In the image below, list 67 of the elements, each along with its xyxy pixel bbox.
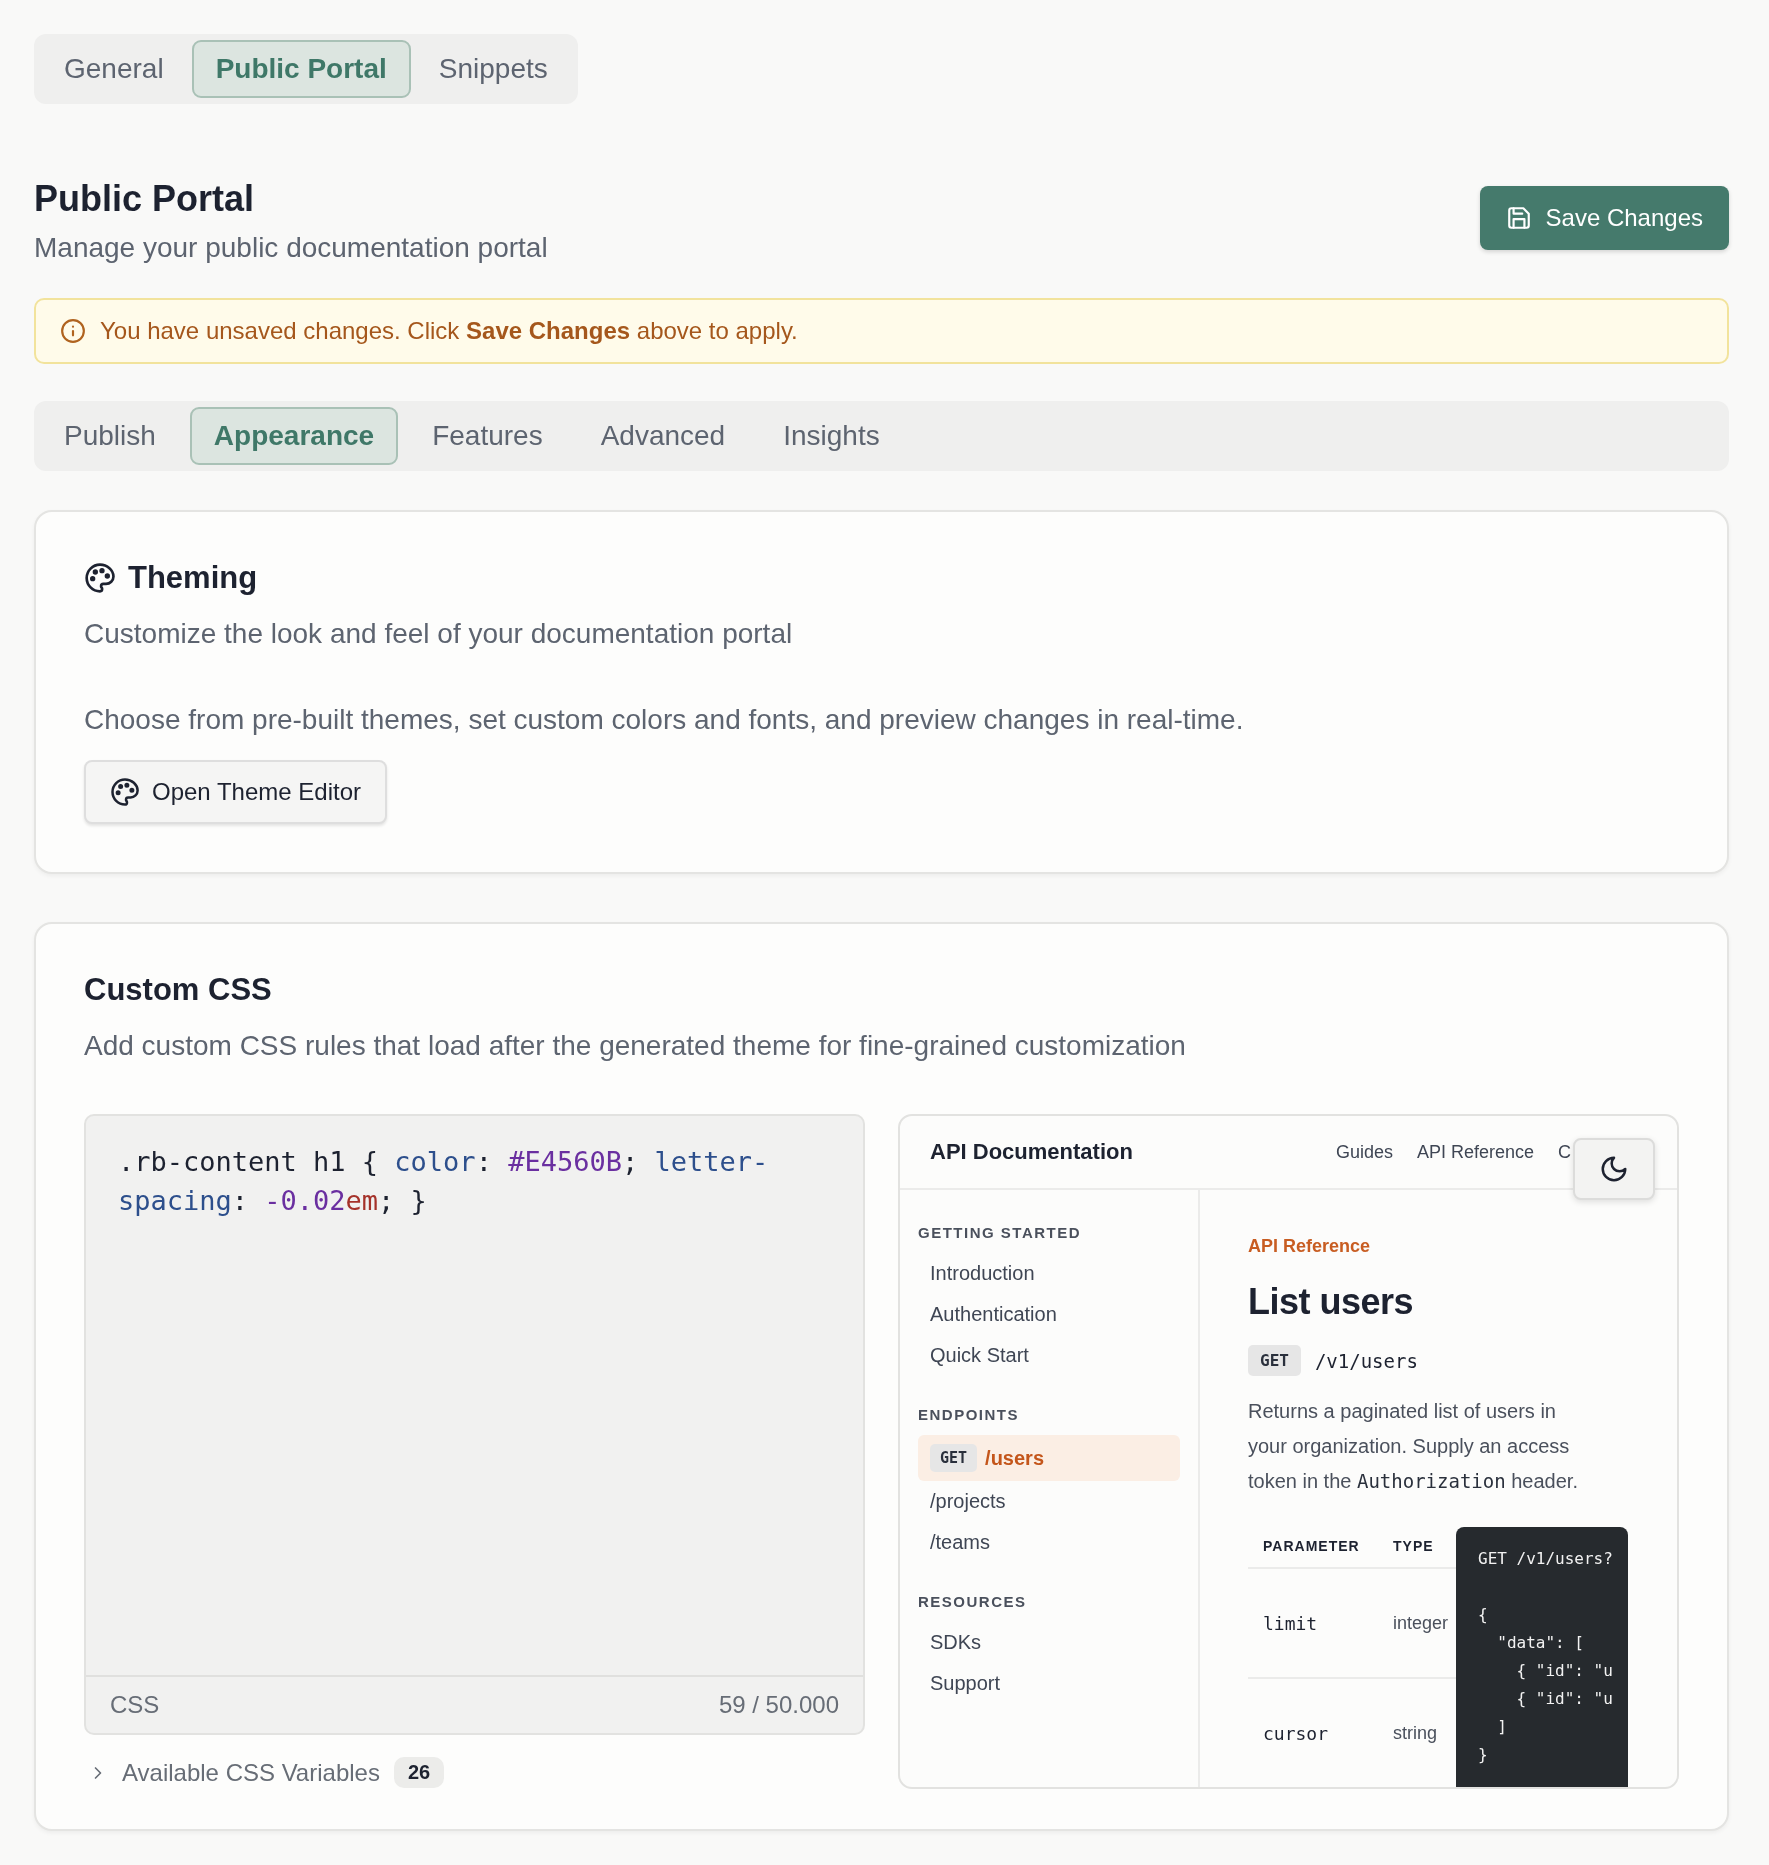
css-variables-toggle[interactable]: Available CSS Variables 26 [84,1757,445,1788]
site-title: API Documentation [930,1139,1134,1165]
sidebar-item-label: /teams [930,1531,991,1554]
card-title: Custom CSS [84,972,273,1008]
sidebar-item[interactable]: GET /users [918,1435,1180,1481]
tab[interactable]: Appearance [189,407,399,465]
sidebar-item-label: Authentication [930,1303,1057,1326]
sidebar-item-label: SDKs [930,1631,982,1654]
language-label: CSS [110,1691,160,1719]
theme-toggle-button[interactable] [1573,1138,1655,1200]
table-cell: integer [1393,1612,1449,1634]
tab[interactable]: Features [408,407,567,465]
tab[interactable]: Snippets [414,40,572,98]
open-theme-editor-button[interactable]: Open Theme Editor [84,760,387,824]
tab[interactable]: Advanced [576,407,750,465]
sidebar-item-label: /users [985,1446,1045,1470]
code-sample: GET /v1/users? { "data": [ { "id": "u { "id": "u ] } [1456,1527,1628,1787]
table-cell-text: limit [1263,1612,1319,1634]
moon-icon [1599,1154,1629,1184]
tab[interactable]: General [40,40,188,98]
column-header: PARAMETER [1263,1538,1361,1554]
sidebar-item[interactable]: /teams [918,1522,1180,1563]
save-button[interactable]: Save Changes [1479,186,1729,250]
palette-icon [110,777,140,807]
sidebar-heading: GETTING STARTED [918,1224,1083,1241]
nav-link[interactable]: C [1558,1141,1571,1163]
tab[interactable]: Insights [759,407,904,465]
alert-text: You have unsaved changes. Click Save Changes above to apply. [100,317,798,345]
doc-heading: List users [1248,1281,1415,1323]
method-badge: GET [1248,1345,1301,1376]
tab[interactable]: Public Portal [191,40,411,98]
sidebar-heading: RESOURCES [918,1593,1028,1610]
breadcrumb: API Reference [1248,1236,1372,1257]
doc-description: Returns a paginated list of users in your organization. Supply an access token in the Authorization header. [1248,1399,1579,1494]
palette-icon [84,562,116,594]
method-badge: GET [930,1444,978,1472]
card-text: Choose from pre-built themes, set custom colors and fonts, and preview changes in real-time. [84,704,1245,736]
character-count: 59 / 50.000 [718,1691,839,1719]
code-text: .rb-content h1 { color: #E4560B; letter-spacing: -0.02em; } [117,1145,770,1218]
code-editor[interactable]: .rb-content h1 { color: #E4560B; letter-spacing: -0.02em; } CSS 59 / 50.000 [84,1114,865,1735]
sidebar-item-label: /projects [930,1490,1006,1513]
table-cell: string [1393,1722,1437,1744]
nav-link[interactable]: API Reference [1416,1141,1534,1163]
page-subtitle: Manage your public documentation portal [34,232,548,264]
count-badge: 26 [393,1757,445,1788]
card-description: Add custom CSS rules that load after the generated theme for fine-grained customization [84,1030,1187,1062]
table-cell-text: cursor [1263,1722,1330,1744]
column-header: TYPE [1393,1538,1434,1554]
sidebar-item-label: Support [930,1672,1001,1695]
sidebar-item-label: Quick Start [930,1344,1029,1367]
nav-link[interactable]: Guides [1335,1141,1393,1163]
sidebar-item[interactable]: Authentication [918,1294,1180,1335]
sidebar-item-label: Introduction [930,1262,1035,1285]
info-icon [60,318,86,344]
sidebar-heading: ENDPOINTS [918,1406,1020,1423]
sidebar-item[interactable]: SDKs [918,1622,1180,1663]
tab[interactable]: Publish [40,407,180,465]
sidebar-item[interactable]: Introduction [918,1253,1180,1294]
page-title: Public Portal [34,178,256,220]
sidebar-item[interactable]: /projects [918,1481,1180,1522]
save-icon [1505,205,1532,231]
sidebar-item[interactable]: Support [918,1663,1180,1704]
endpoint-path: /v1/users [1314,1349,1418,1372]
card-title: Theming [128,560,258,596]
sidebar-item[interactable]: Quick Start [918,1335,1180,1376]
card-description: Customize the look and feel of your documentation portal [84,618,794,650]
toggle-label: Available CSS Variables [122,1758,380,1787]
